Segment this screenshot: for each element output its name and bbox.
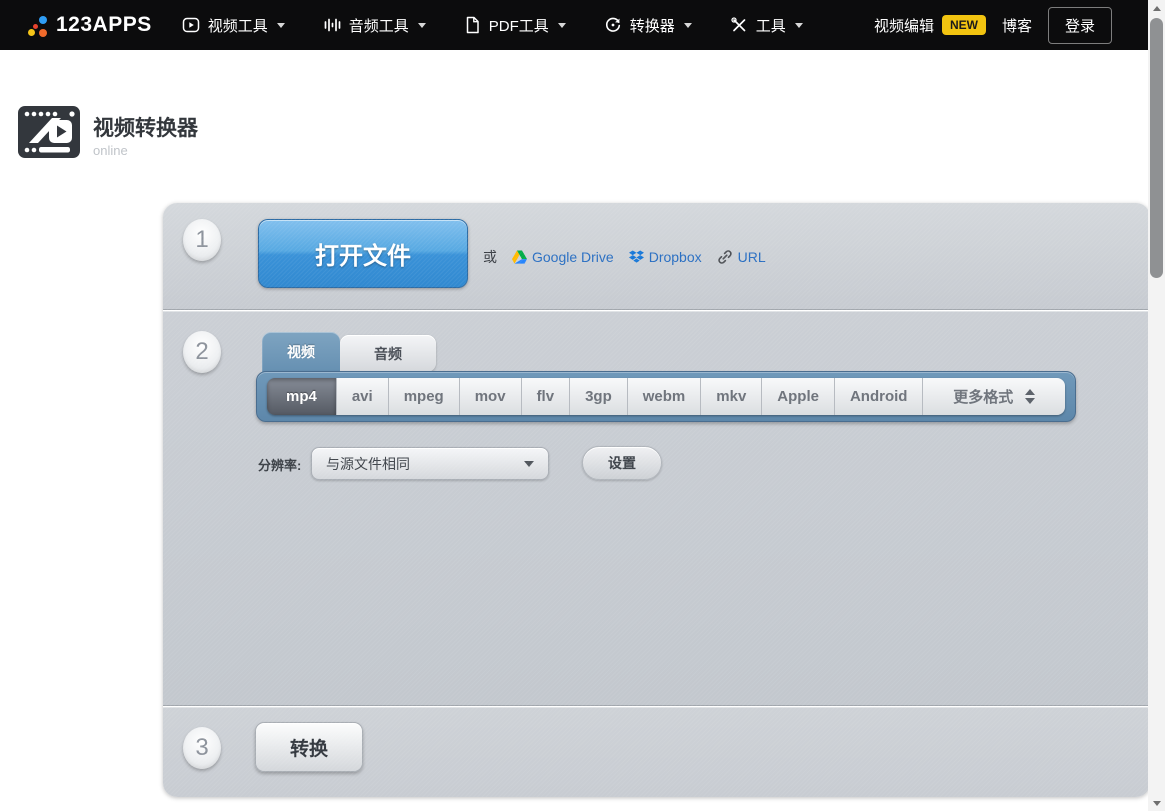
video-editor-label: 视频编辑 <box>874 15 934 36</box>
step1-badge: 1 <box>183 219 221 261</box>
nav-item-label: 音频工具 <box>349 15 409 36</box>
brand-text: 123APPS <box>56 13 152 37</box>
blog-label: 博客 <box>1002 15 1032 36</box>
format-3gp[interactable]: 3gp <box>570 378 628 415</box>
video-editor-link[interactable]: 视频编辑 NEW <box>874 15 986 36</box>
format-more[interactable]: 更多格式 <box>923 378 1065 415</box>
converter-panel: 1 打开文件 或 Google Drive Dr <box>163 203 1150 797</box>
select-caret-icon <box>524 461 534 467</box>
open-file-button[interactable]: 打开文件 <box>258 219 468 288</box>
or-label: 或 <box>483 247 497 267</box>
resolution-value: 与源文件相同 <box>326 454 524 474</box>
nav-item-video-tools[interactable]: 视频工具 <box>182 7 285 44</box>
nav-item-converters[interactable]: 转换器 <box>604 7 692 44</box>
tab-audio[interactable]: 音频 <box>340 335 436 372</box>
utilities-icon <box>730 16 748 34</box>
new-badge: NEW <box>942 15 986 35</box>
converter-icon <box>604 16 622 34</box>
step3-badge: 3 <box>183 727 221 769</box>
nav-item-label: 视频工具 <box>208 15 268 36</box>
format-mpeg[interactable]: mpeg <box>389 378 460 415</box>
format-mov[interactable]: mov <box>460 378 522 415</box>
format-apple[interactable]: Apple <box>762 378 835 415</box>
scrollbar-down-arrow[interactable] <box>1148 795 1165 811</box>
dropbox-link[interactable]: Dropbox <box>629 249 702 265</box>
pdf-tools-icon <box>464 16 481 34</box>
page-header: 视频转换器 online <box>18 106 198 158</box>
settings-button[interactable]: 设置 <box>582 446 662 480</box>
blog-link[interactable]: 博客 <box>1002 15 1032 36</box>
format-android[interactable]: Android <box>835 378 924 415</box>
format-more-label: 更多格式 <box>953 386 1013 407</box>
nav-right: 视频编辑 NEW 博客 登录 <box>874 0 1112 50</box>
brand-logo[interactable]: 123APPS <box>27 13 152 37</box>
brand-dots-icon <box>27 13 49 37</box>
format-avi[interactable]: avi <box>337 378 389 415</box>
nav-item-utilities[interactable]: 工具 <box>730 7 803 44</box>
scrollbar <box>1148 0 1165 811</box>
chevron-down-icon <box>277 23 285 28</box>
format-flv[interactable]: flv <box>522 378 571 415</box>
google-drive-icon <box>512 250 527 264</box>
format-mp4[interactable]: mp4 <box>267 378 337 415</box>
step2-badge: 2 <box>183 331 221 373</box>
nav-menu: 视频工具 音频工具 <box>182 7 841 44</box>
nav-item-label: PDF工具 <box>489 15 549 36</box>
format-bar: mp4 avi mpeg mov flv 3gp webm mkv Apple … <box>256 371 1076 422</box>
nav-item-label: 工具 <box>756 15 786 36</box>
page-title: 视频转换器 <box>93 117 198 140</box>
page-subtitle: online <box>93 143 198 158</box>
google-drive-link[interactable]: Google Drive <box>512 249 614 265</box>
convert-button[interactable]: 转换 <box>255 722 363 772</box>
audio-tools-icon <box>323 16 341 34</box>
chevron-down-icon <box>558 23 566 28</box>
google-drive-label: Google Drive <box>532 249 614 265</box>
video-tools-icon <box>182 16 200 34</box>
chevron-down-icon <box>418 23 426 28</box>
tab-video[interactable]: 视频 <box>262 332 340 372</box>
chevron-down-icon <box>795 23 803 28</box>
spinner-arrows-icon <box>1025 389 1035 404</box>
dropbox-icon <box>629 250 644 264</box>
dropbox-label: Dropbox <box>649 249 702 265</box>
login-button[interactable]: 登录 <box>1048 7 1112 44</box>
page: 123APPS 视频工具 <box>0 0 1165 811</box>
url-label: URL <box>738 249 766 265</box>
url-link-icon <box>717 249 733 265</box>
format-segmented-control: mp4 avi mpeg mov flv 3gp webm mkv Apple … <box>267 378 1065 415</box>
nav-item-label: 转换器 <box>630 15 675 36</box>
nav-item-pdf-tools[interactable]: PDF工具 <box>464 7 566 44</box>
scrollbar-thumb[interactable] <box>1150 18 1163 278</box>
chevron-down-icon <box>684 23 692 28</box>
cloud-sources-row: 或 Google Drive Dropbox <box>483 203 766 310</box>
resolution-label: 分辨率: <box>258 455 301 474</box>
format-webm[interactable]: webm <box>628 378 702 415</box>
resolution-select[interactable]: 与源文件相同 <box>311 447 549 480</box>
format-mkv[interactable]: mkv <box>701 378 762 415</box>
video-converter-app-icon <box>18 106 80 158</box>
navbar: 123APPS 视频工具 <box>0 0 1148 50</box>
url-link[interactable]: URL <box>717 249 766 265</box>
scrollbar-up-arrow[interactable] <box>1148 0 1165 16</box>
nav-item-audio-tools[interactable]: 音频工具 <box>323 7 426 44</box>
